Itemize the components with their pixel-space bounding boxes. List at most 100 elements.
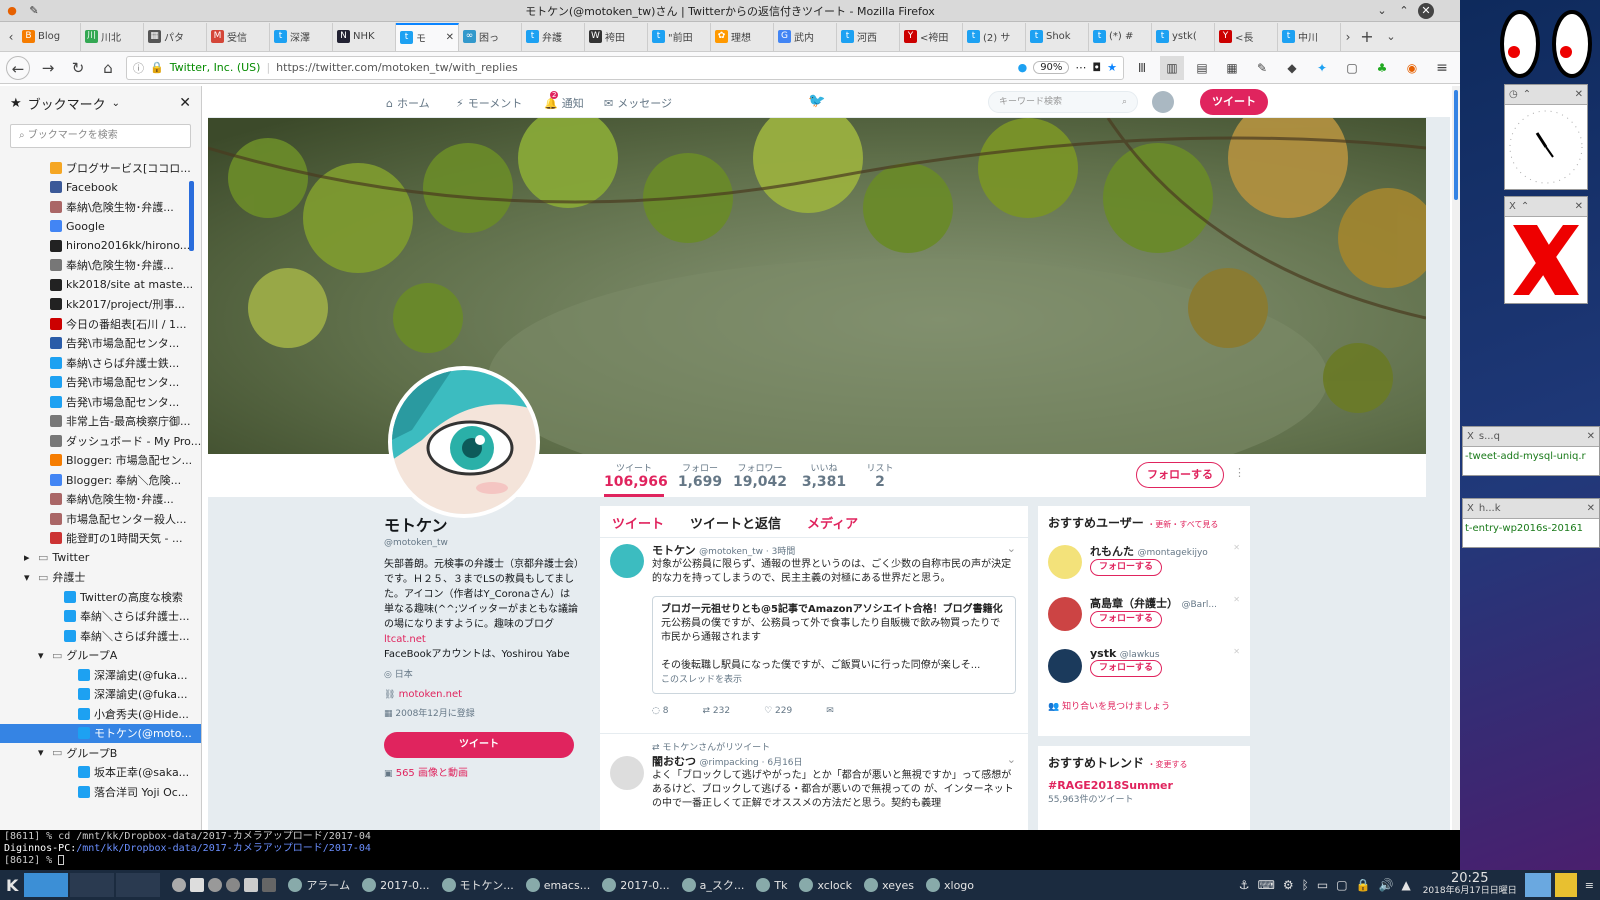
profile-stat[interactable]: フォロー 1,699: [670, 461, 730, 490]
tweet-menu-icon[interactable]: ⌄: [1007, 542, 1016, 555]
page-actions-icon[interactable]: ⋯: [1075, 61, 1086, 74]
bookmark-item[interactable]: 市場急配センター殺人...: [0, 509, 201, 529]
twitter-search-input[interactable]: キーワード検索 ⌕: [988, 91, 1138, 113]
menu-icon[interactable]: ≡: [1430, 56, 1454, 80]
profile-stat[interactable]: リスト 2: [850, 461, 910, 490]
browser-tab[interactable]: t 中川: [1278, 22, 1341, 51]
browser-tab[interactable]: W 袴田: [585, 22, 648, 51]
profile-avatar[interactable]: [388, 366, 540, 518]
close-tab-icon[interactable]: ✕: [446, 32, 454, 43]
firefox-account-icon[interactable]: ◉: [1400, 56, 1424, 80]
follow-button[interactable]: フォローする: [1136, 462, 1224, 488]
bookmark-item[interactable]: hirono2016kk/hirono...: [0, 236, 201, 256]
browser-tab[interactable]: t (*) #: [1089, 22, 1152, 51]
frog-icon[interactable]: ♣: [1370, 56, 1394, 80]
suggested-user-handle[interactable]: @lawkus: [1120, 650, 1160, 660]
bookmark-item[interactable]: Facebook: [0, 178, 201, 198]
nav-moments[interactable]: ⚡ モーメント: [456, 95, 522, 111]
pager-desktop-1[interactable]: [24, 873, 69, 897]
page-scrollbar[interactable]: [1452, 86, 1460, 830]
bookmark-item[interactable]: 能登町の1時間天気 - ...: [0, 529, 201, 549]
suggested-user[interactable]: れもんた @montagekijyo ✕ フォローする: [1038, 539, 1250, 591]
bookmark-search-input[interactable]: ⌕ ブックマークを検索: [10, 124, 191, 148]
chevron-down-icon[interactable]: ⌄: [112, 98, 120, 109]
clock[interactable]: 20:25 2018年6月17日日曜日: [1417, 872, 1523, 897]
app-icon[interactable]: [172, 878, 187, 892]
xclock-titlebar[interactable]: ◷ ⌃ ✕: [1505, 85, 1587, 105]
bookmark-folder[interactable]: ▾ ▭ 弁護士: [0, 568, 201, 588]
trend-tag[interactable]: #RAGE2018Summer: [1048, 779, 1240, 792]
pager-desktop-2[interactable]: [70, 873, 115, 897]
bookmark-item[interactable]: 奉納＼さらば弁護士...: [0, 626, 201, 646]
suggested-user-avatar[interactable]: [1048, 649, 1082, 683]
terminal-icon[interactable]: [262, 878, 277, 892]
tweet-avatar[interactable]: [610, 544, 644, 578]
bookmark-item[interactable]: 奉納\危険生物･弁護...: [0, 490, 201, 510]
suggested-user-handle[interactable]: @montagekijyo: [1138, 548, 1208, 558]
trend-item[interactable]: #RAGE2018Summer 55,963件のツイート: [1038, 779, 1250, 805]
nav-notifications[interactable]: 🔔 2 通知: [544, 90, 584, 111]
profile-handle[interactable]: @motoken_tw: [384, 536, 580, 551]
browser-tab[interactable]: t モ ✕: [396, 22, 459, 51]
xlogo-titlebar[interactable]: X ⌃ ✕: [1505, 197, 1587, 217]
keyboard-tray-icon[interactable]: ⌨: [1258, 878, 1275, 892]
browser-tab[interactable]: G 武内: [774, 22, 837, 51]
keyboard-icon[interactable]: [244, 878, 259, 892]
tweet-2[interactable]: ⇄ モトケンさんがリツイート 闇おむつ @rimpacking · 6月16日 ⌄…: [600, 734, 1028, 811]
snippet-window-2[interactable]: Xh...k ✕ t-entry-wp2016s-20161: [1462, 498, 1600, 548]
suggested-follow-button[interactable]: フォローする: [1090, 559, 1163, 576]
bookmark-folder[interactable]: ▾ ▭ グループA: [0, 646, 201, 666]
taskbar-item[interactable]: モトケン...: [436, 871, 520, 899]
library-icon[interactable]: Ⅲ: [1130, 56, 1154, 80]
browser-tab[interactable]: B Blog: [18, 22, 81, 51]
xclock-window[interactable]: ◷ ⌃ ✕: [1504, 84, 1588, 190]
suggested-follow-button[interactable]: フォローする: [1090, 660, 1163, 677]
dismiss-icon[interactable]: ✕: [1233, 595, 1240, 604]
tweet-handle[interactable]: @rimpacking · 6月16日: [700, 758, 803, 768]
bio-link[interactable]: ltcat.net: [384, 634, 426, 645]
trends-change[interactable]: ・変更する: [1148, 760, 1188, 769]
suggested-follow-button[interactable]: フォローする: [1090, 611, 1163, 628]
terminal[interactable]: [8611] % cd /mnt/kk/Dropbox-data/2017-カメ…: [0, 830, 1460, 870]
home-icon[interactable]: ⌂: [96, 56, 120, 80]
browser-tab[interactable]: ✿ 理想: [711, 22, 774, 51]
tweet-author[interactable]: モトケン: [652, 544, 696, 557]
taskbar-item[interactable]: Tk: [750, 871, 793, 899]
zoom-indicator[interactable]: 90%: [1033, 61, 1070, 74]
bookmark-item[interactable]: 非常上告-最高検察庁御...: [0, 412, 201, 432]
find-friends-link[interactable]: 👥 知り合いを見つけましょう: [1038, 695, 1250, 716]
suggested-user-name[interactable]: ystk: [1090, 647, 1116, 660]
browser-tab[interactable]: Y <袴田: [900, 22, 963, 51]
more-options-icon[interactable]: ⋮: [1234, 466, 1245, 479]
info-icon[interactable]: ⓘ: [133, 60, 144, 76]
new-tab-icon[interactable]: +: [1355, 25, 1379, 49]
sticky-notes-icon[interactable]: [1554, 873, 1577, 897]
tab-tweets-replies[interactable]: ツイートと返信: [690, 513, 781, 532]
bookmark-item[interactable]: 告発\市場急配センタ...: [0, 392, 201, 412]
suggested-user-avatar[interactable]: [1048, 545, 1082, 579]
back-icon[interactable]: ←: [6, 55, 30, 80]
browser-tab[interactable]: M 受信: [207, 22, 270, 51]
bookmark-item[interactable]: モトケン(@moto...: [0, 723, 201, 743]
url-text[interactable]: https://twitter.com/motoken_tw/with_repl…: [276, 61, 1011, 74]
browser-tab[interactable]: t Shok: [1026, 22, 1089, 51]
bookmark-item[interactable]: 小倉秀夫(@Hide...: [0, 704, 201, 724]
display-icon[interactable]: ▭: [1317, 878, 1328, 892]
pager-desktop-3[interactable]: [116, 873, 161, 897]
profile-stat[interactable]: ツイート 106,966: [604, 461, 668, 497]
bookmark-item[interactable]: Twitterの高度な検索: [0, 587, 201, 607]
site-identity[interactable]: Twitter, Inc. (US): [170, 61, 261, 74]
tab-scroll-right-icon[interactable]: ›: [1341, 25, 1355, 49]
kde-connect-icon[interactable]: ⚓: [1239, 878, 1250, 892]
minimize-icon[interactable]: ⌄: [1374, 3, 1390, 19]
quoted-tweet[interactable]: ブロガー元祖せりとも@5記事でAmazonアソシエイト合格！ブログ書籍化 元公務…: [652, 596, 1016, 694]
browser-tab[interactable]: t 深澤: [270, 22, 333, 51]
tweet-handle[interactable]: @motoken_tw · 3時間: [699, 547, 795, 557]
pen-icon[interactable]: ✎: [1250, 56, 1274, 80]
kde-menu-icon[interactable]: K: [0, 871, 24, 899]
nav-messages[interactable]: ✉ メッセージ: [604, 95, 672, 111]
suggested-user-handle[interactable]: @Barl...: [1182, 600, 1217, 610]
evernote-icon[interactable]: ◆: [1280, 56, 1304, 80]
folder-toggle-icon[interactable]: ▸: [24, 551, 34, 564]
wtf-links[interactable]: ・更新・すべて見る: [1147, 520, 1218, 529]
